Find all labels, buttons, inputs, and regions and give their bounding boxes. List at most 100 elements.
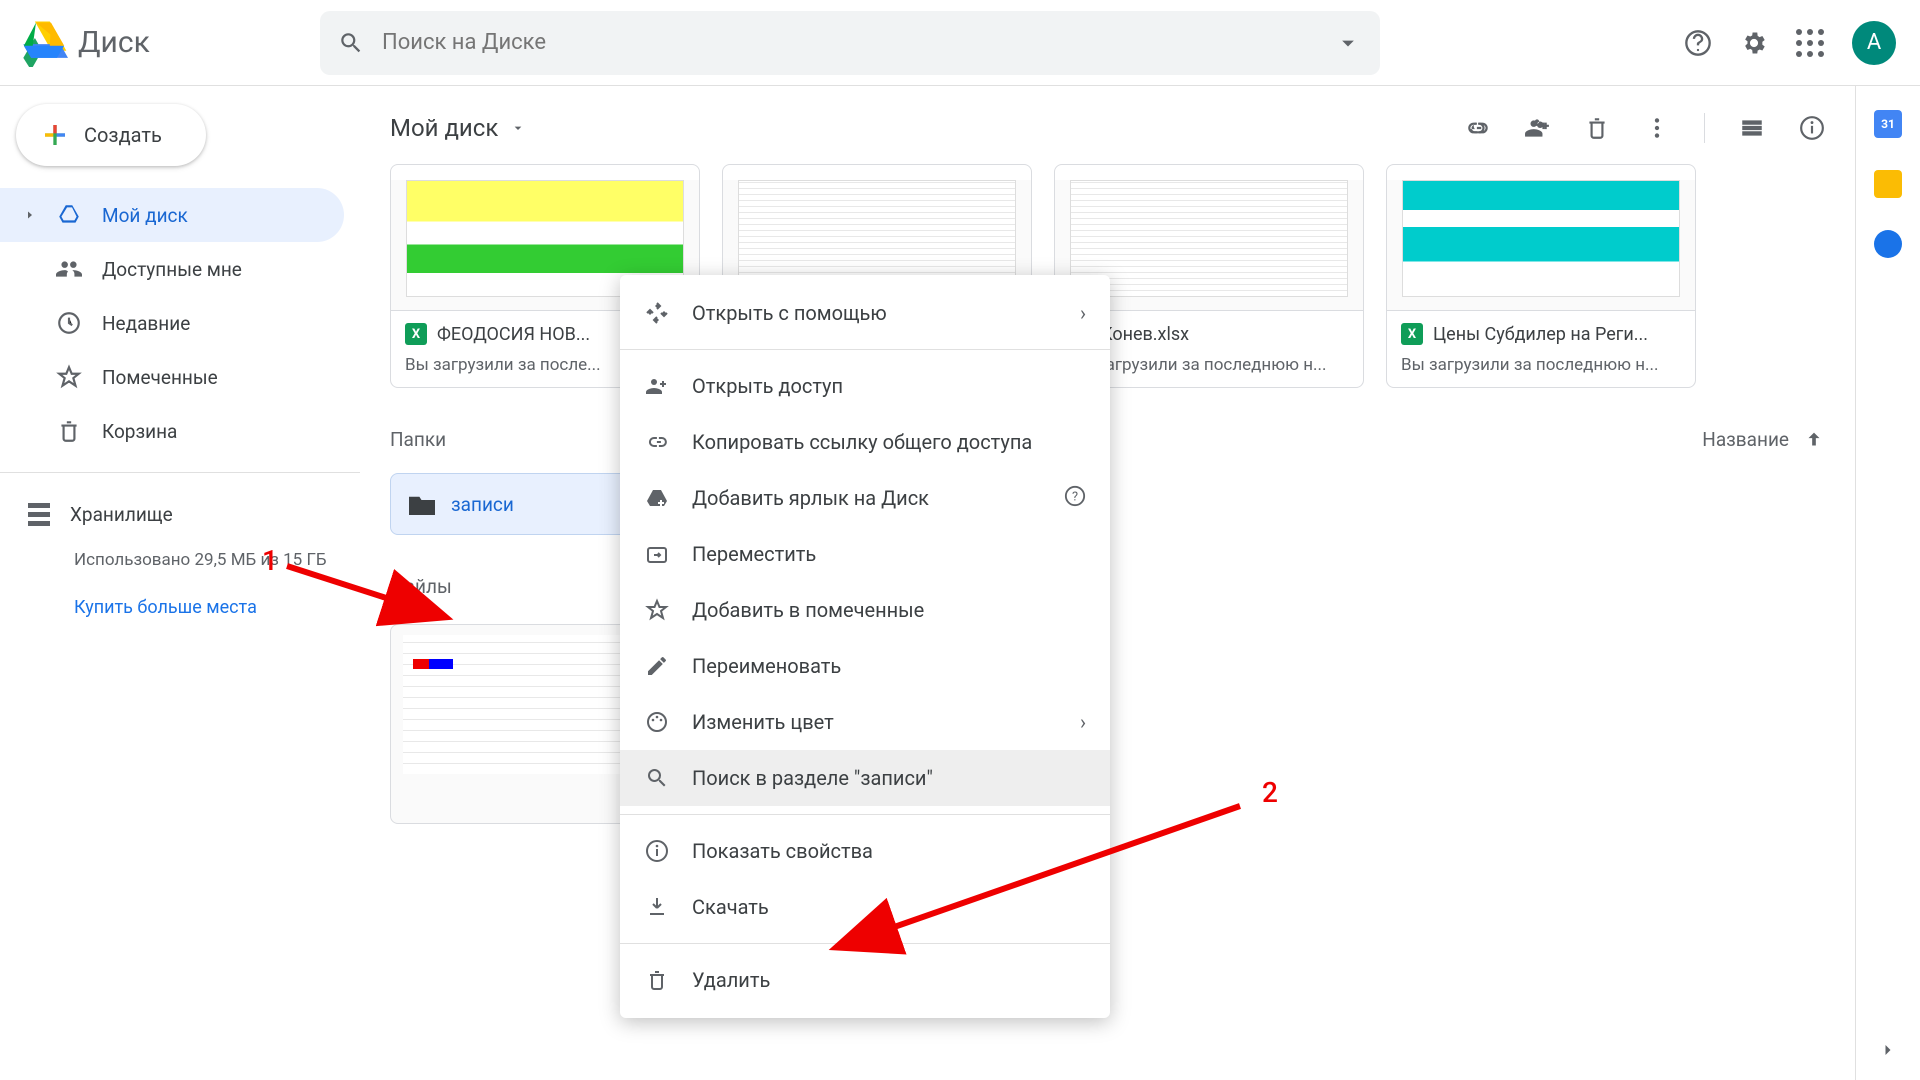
ctx-label: Открыть с помощью <box>692 301 887 325</box>
ctx-add-shortcut[interactable]: Добавить ярлык на Диск ? <box>620 470 1110 526</box>
ctx-label: Удалить <box>692 968 770 992</box>
sort-label[interactable]: Название <box>1702 428 1789 451</box>
ctx-label: Переименовать <box>692 654 841 678</box>
create-label: Создать <box>84 123 162 147</box>
delete-icon[interactable] <box>1584 115 1610 141</box>
file-card[interactable] <box>390 624 640 824</box>
ctx-rename[interactable]: Переименовать <box>620 638 1110 694</box>
section-label: Файлы <box>390 575 452 598</box>
file-name: Конев.xlsx <box>1101 324 1189 345</box>
breadcrumb[interactable]: Мой диск <box>390 114 526 142</box>
context-menu: Открыть с помощью › Открыть доступ Копир… <box>620 275 1110 1018</box>
logo-block[interactable]: Диск <box>20 19 320 67</box>
ctx-label: Изменить цвет <box>692 710 834 734</box>
expand-icon <box>24 209 36 221</box>
pencil-icon <box>644 653 670 679</box>
share-icon[interactable] <box>1524 115 1550 141</box>
palette-icon <box>644 709 670 735</box>
ctx-label: Переместить <box>692 542 816 566</box>
folder-chip[interactable]: записи <box>390 473 640 535</box>
link-icon <box>644 429 670 455</box>
nav-my-drive[interactable]: Мой диск <box>0 188 344 242</box>
download-icon <box>644 894 670 920</box>
file-name: ФЕОДОСИЯ НОВ... <box>437 324 590 345</box>
search-bar[interactable] <box>320 11 1380 75</box>
drive-icon <box>56 202 82 228</box>
ctx-details[interactable]: Показать свойства <box>620 823 1110 879</box>
nav-starred[interactable]: Помеченные <box>0 350 344 404</box>
nav-trash[interactable]: Корзина <box>0 404 344 458</box>
xlsx-icon: X <box>1401 323 1423 345</box>
nav-recent[interactable]: Недавние <box>0 296 344 350</box>
storage-usage: Использовано 29,5 МБ из 15 ГБ <box>28 549 360 573</box>
get-link-icon[interactable] <box>1464 115 1490 141</box>
xlsx-icon: X <box>405 323 427 345</box>
apps-grid-icon[interactable] <box>1796 29 1824 57</box>
nav-label: Помеченные <box>102 366 218 389</box>
nav-shared[interactable]: Доступные мне <box>0 242 344 296</box>
ctx-copy-link[interactable]: Копировать ссылку общего доступа <box>620 414 1110 470</box>
calendar-icon[interactable]: 31 <box>1874 110 1902 138</box>
file-name: Цены Субдилер на Реги... <box>1433 324 1648 345</box>
file-card[interactable]: XЦены Субдилер на Реги... Вы загрузили з… <box>1386 164 1696 388</box>
chevron-right-icon[interactable] <box>1878 1040 1898 1060</box>
plus-icon <box>40 120 70 150</box>
clock-icon <box>56 310 82 336</box>
nav: Мой диск Доступные мне Недавние Помеченн… <box>0 188 360 458</box>
more-vert-icon[interactable] <box>1644 115 1670 141</box>
storage-icon <box>28 503 50 526</box>
file-thumbnail <box>1387 180 1695 310</box>
ctx-search-in[interactable]: Поиск в разделе "записи" <box>620 750 1110 806</box>
trash-icon <box>56 418 82 444</box>
nav-label: Недавние <box>102 312 190 335</box>
ctx-label: Добавить в помеченные <box>692 598 924 622</box>
ctx-color[interactable]: Изменить цвет › <box>620 694 1110 750</box>
chevron-right-icon: › <box>1080 710 1086 734</box>
help-icon[interactable] <box>1684 29 1712 57</box>
nav-storage[interactable]: Хранилище <box>28 487 360 541</box>
keep-icon[interactable] <box>1874 170 1902 198</box>
star-icon <box>56 364 82 390</box>
breadcrumb-label: Мой диск <box>390 114 498 142</box>
buy-storage-link[interactable]: Купить больше места <box>28 597 360 618</box>
toolbar-actions <box>1464 113 1825 143</box>
search-icon <box>338 30 364 56</box>
ctx-open-with[interactable]: Открыть с помощью › <box>620 285 1110 341</box>
search-dropdown-icon[interactable] <box>1334 29 1362 57</box>
sort-arrow-icon[interactable] <box>1803 429 1825 451</box>
product-name: Диск <box>78 25 150 60</box>
create-button[interactable]: Создать <box>16 104 206 166</box>
ctx-move[interactable]: Переместить <box>620 526 1110 582</box>
folder-icon <box>409 493 435 515</box>
svg-text:?: ? <box>1072 489 1078 504</box>
person-add-icon <box>644 373 670 399</box>
nav-label: Корзина <box>102 420 177 443</box>
chevron-down-icon <box>510 120 526 136</box>
move-icon <box>644 541 670 567</box>
ctx-label: Добавить ярлык на Диск <box>692 486 929 510</box>
file-info: Вы загрузили за последнюю н... <box>1069 355 1349 375</box>
help-icon: ? <box>1064 485 1086 512</box>
info-icon <box>644 838 670 864</box>
sidebar: Создать Мой диск Доступные мне Недавние <box>0 86 360 1080</box>
drive-shortcut-icon <box>644 485 670 511</box>
ctx-download[interactable]: Скачать <box>620 879 1110 935</box>
list-view-icon[interactable] <box>1739 115 1765 141</box>
ctx-label: Открыть доступ <box>692 374 843 398</box>
header: Диск А <box>0 0 1920 86</box>
ctx-star[interactable]: Добавить в помеченные <box>620 582 1110 638</box>
star-icon <box>644 597 670 623</box>
shared-icon <box>56 256 82 282</box>
info-icon[interactable] <box>1799 115 1825 141</box>
search-input[interactable] <box>380 29 1334 56</box>
ctx-delete[interactable]: Удалить <box>620 952 1110 1008</box>
ctx-share[interactable]: Открыть доступ <box>620 358 1110 414</box>
header-actions: А <box>1684 21 1896 65</box>
ctx-label: Копировать ссылку общего доступа <box>692 430 1032 454</box>
section-label: Папки <box>390 428 446 451</box>
toolbar: Мой диск <box>390 104 1825 152</box>
avatar[interactable]: А <box>1852 21 1896 65</box>
settings-gear-icon[interactable] <box>1740 29 1768 57</box>
tasks-icon[interactable] <box>1874 230 1902 258</box>
nav-label: Мой диск <box>102 204 188 227</box>
